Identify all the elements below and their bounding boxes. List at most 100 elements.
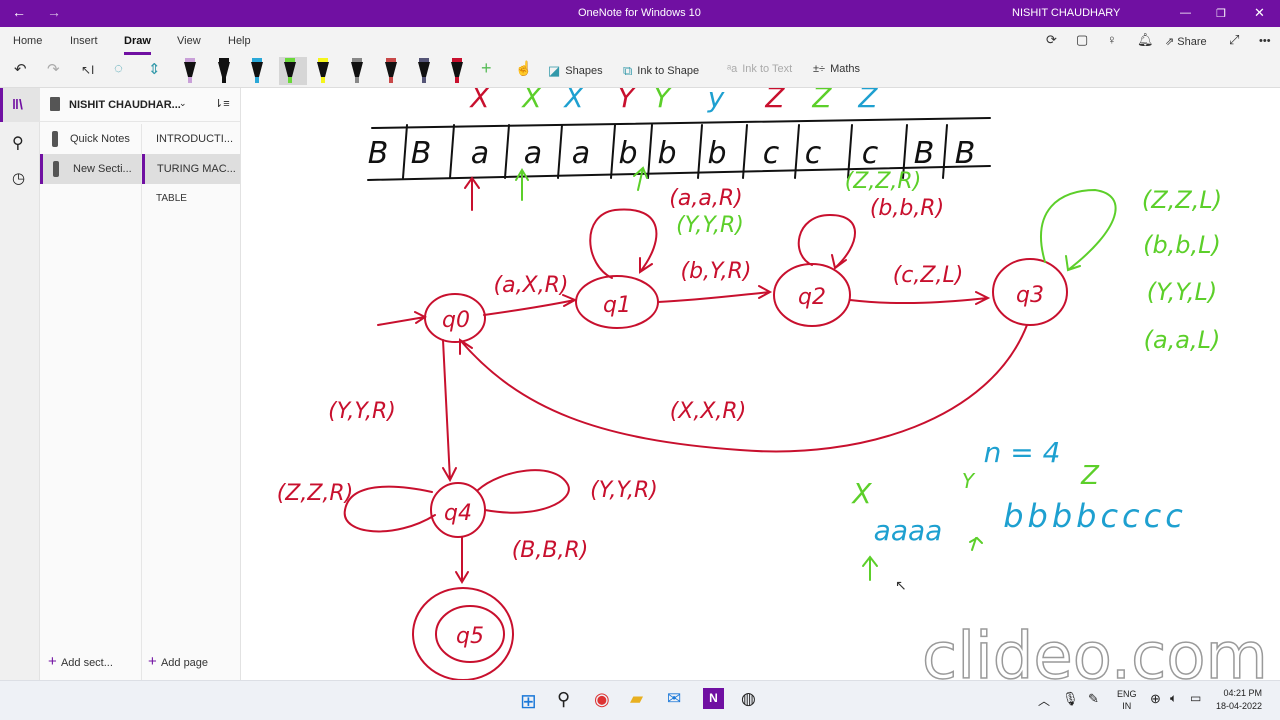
tape-mark: Z (857, 88, 878, 114)
navigation-rail: ‖\ ⚲ ◷ (0, 88, 40, 680)
page-table[interactable]: TABLE (142, 184, 240, 214)
language-indicator[interactable]: ENG IN (1117, 688, 1137, 712)
notebook-selector[interactable]: NISHIT CHAUDHAR... ⌄ ⇂≡ (40, 88, 240, 122)
share-button[interactable]: ⇗ Share (1165, 35, 1207, 48)
transition-label: (c,Z,L) (893, 263, 964, 288)
lasso-select-icon[interactable]: ◌ (114, 60, 123, 77)
pen-tool[interactable] (279, 57, 307, 85)
add-page-button[interactable]: + Add page (148, 653, 208, 670)
pen-tool[interactable] (413, 57, 435, 85)
pen-icon[interactable]: ✎ (1088, 691, 1099, 707)
clock[interactable]: 04:21 PM 18-04-2022 (1216, 687, 1262, 713)
tape-symbol: b (707, 136, 726, 171)
tab-view[interactable]: View (177, 35, 201, 47)
ink-to-text-icon: ᵃa (727, 63, 738, 75)
tab-insert[interactable]: Insert (70, 35, 98, 47)
page-introduction[interactable]: INTRODUCTI... (142, 124, 240, 154)
tape-mark: Y (617, 88, 636, 114)
tape-symbol: B (368, 136, 389, 171)
type-select-icon[interactable]: ↖I (81, 63, 94, 77)
windows-start-icon[interactable]: ⊞ (520, 689, 537, 714)
tab-draw[interactable]: Draw (124, 35, 151, 55)
sort-icon[interactable]: ⇂≡ (214, 97, 230, 110)
example-mark: X (850, 477, 872, 510)
user-name[interactable]: NISHIT CHAUDHARY (1012, 7, 1120, 19)
obs-icon[interactable]: ◍ (741, 689, 756, 709)
transition-label: (Z,Z,R) (845, 169, 922, 194)
transition-label: (Y,Y,R) (590, 478, 658, 503)
add-pen-icon[interactable]: + (481, 58, 492, 79)
network-icon[interactable]: ⊕ (1150, 691, 1161, 707)
touch-draw-icon[interactable]: ☝ (515, 60, 532, 77)
pen-tool[interactable] (446, 57, 468, 85)
page-turing-machine[interactable]: TURING MAC... (142, 154, 240, 184)
sync-icon[interactable]: ⟳ (1046, 32, 1057, 48)
pen-tool[interactable] (213, 57, 235, 85)
mail-icon[interactable]: ✉ (667, 689, 681, 709)
tape-mark: X (520, 88, 542, 114)
example-mark: Y (962, 469, 976, 493)
more-icon[interactable]: ••• (1259, 35, 1271, 47)
state-label-q1: q1 (603, 293, 631, 318)
notebooks-icon[interactable]: ‖\ (12, 96, 23, 112)
onenote-icon[interactable]: N (703, 688, 724, 709)
note-canvas[interactable]: BBaaabbbcccBB XXXYYyZZZ q0 q1 q2 q3 q4 q5 (a,… (241, 81, 1280, 695)
chevron-up-icon[interactable]: ︿ (1038, 692, 1050, 709)
recent-icon[interactable]: ◷ (12, 169, 25, 187)
section-new-section[interactable]: New Secti... (40, 154, 141, 184)
undo-icon[interactable]: ↶ (14, 60, 27, 78)
add-page-label: Add page (160, 657, 209, 669)
lightbulb-icon[interactable]: ♀ (1107, 32, 1117, 47)
clideo-watermark: clideo.com (922, 620, 1268, 680)
maths-button[interactable]: ±÷ Maths (813, 63, 860, 75)
notebook-name: NISHIT CHAUDHAR... (69, 99, 181, 111)
ink-to-shape-label: Ink to Shape (637, 65, 700, 77)
tape-cell-divider (557, 124, 563, 179)
shapes-button[interactable]: ◪ Shapes (548, 63, 603, 79)
ink-to-text-label: Ink to Text (742, 63, 793, 75)
tape-cell-divider (697, 124, 703, 179)
close-icon[interactable]: ✕ (1254, 5, 1265, 21)
microphone-icon[interactable]: 🎙︎ (1062, 691, 1079, 707)
tape-cell-divider (942, 124, 948, 179)
transition-label: (b,b,L) (1143, 231, 1221, 259)
add-section-button[interactable]: + Add sect... (48, 653, 113, 670)
page-icon[interactable]: ▢ (1076, 32, 1088, 48)
pen-tool[interactable] (346, 57, 368, 85)
taskbar: ⊞ ⚲ ◉ ▰ ✉ N ◍ ︿ 🎙︎ ✎ ENG IN ⊕ 🔈︎ ▭ 04:21 … (0, 680, 1280, 720)
redo-icon[interactable]: ↷ (47, 60, 60, 78)
volume-icon[interactable]: 🔈︎ (1170, 691, 1177, 706)
minimize-icon[interactable]: — (1180, 7, 1191, 19)
notebook-panel: NISHIT CHAUDHAR... ⌄ ⇂≡ Quick Notes New … (40, 88, 241, 680)
search-icon[interactable]: ⚲ (12, 133, 24, 153)
pen-tool[interactable] (246, 57, 268, 85)
transition-label: (Z,Z,L) (1142, 186, 1222, 214)
chrome-icon[interactable]: ◉ (594, 689, 610, 710)
head-arrow-icon (633, 166, 648, 191)
file-explorer-icon[interactable]: ▰ (630, 689, 643, 709)
ink-to-shape-icon: ⧉ (623, 63, 633, 78)
bell-icon[interactable]: 🔔︎ (1137, 32, 1154, 48)
fullscreen-icon[interactable]: ⤢ (1229, 32, 1239, 48)
battery-icon[interactable]: ▭ (1190, 691, 1201, 705)
forward-arrow-icon[interactable]: → (47, 4, 61, 20)
state-label-q3: q3 (1016, 283, 1044, 308)
add-space-icon[interactable]: ⇕ (148, 60, 161, 78)
search-icon[interactable]: ⚲ (557, 689, 570, 710)
pen-tool[interactable] (312, 57, 334, 85)
turing-machine-drawing: BBaaabbbcccBB XXXYYyZZZ q0q1 q2 q3q4q5 (a,… (277, 81, 1269, 695)
section-quick-notes[interactable]: Quick Notes (40, 124, 141, 154)
time: 04:21 PM (1223, 688, 1263, 698)
pen-tool[interactable] (179, 57, 201, 85)
tab-home[interactable]: Home (13, 35, 42, 47)
draw-toolbar: ↶ ↷ ↖I ◌ ⇕ + ☝ ◪ Shapes ⧉ Ink to Shape ᵃa I… (0, 55, 1280, 88)
ink-to-text-button[interactable]: ᵃa Ink to Text (727, 63, 792, 75)
ink-to-shape-button[interactable]: ⧉ Ink to Shape (623, 63, 699, 79)
restore-icon[interactable]: ❐ (1216, 7, 1226, 20)
loop-q1 (589, 208, 658, 279)
tab-help[interactable]: Help (228, 35, 251, 47)
pen-tool[interactable] (380, 57, 402, 85)
tape-symbol: c (805, 136, 822, 171)
example-mark: Z (1080, 461, 1100, 491)
back-arrow-icon[interactable]: ← (12, 4, 26, 20)
